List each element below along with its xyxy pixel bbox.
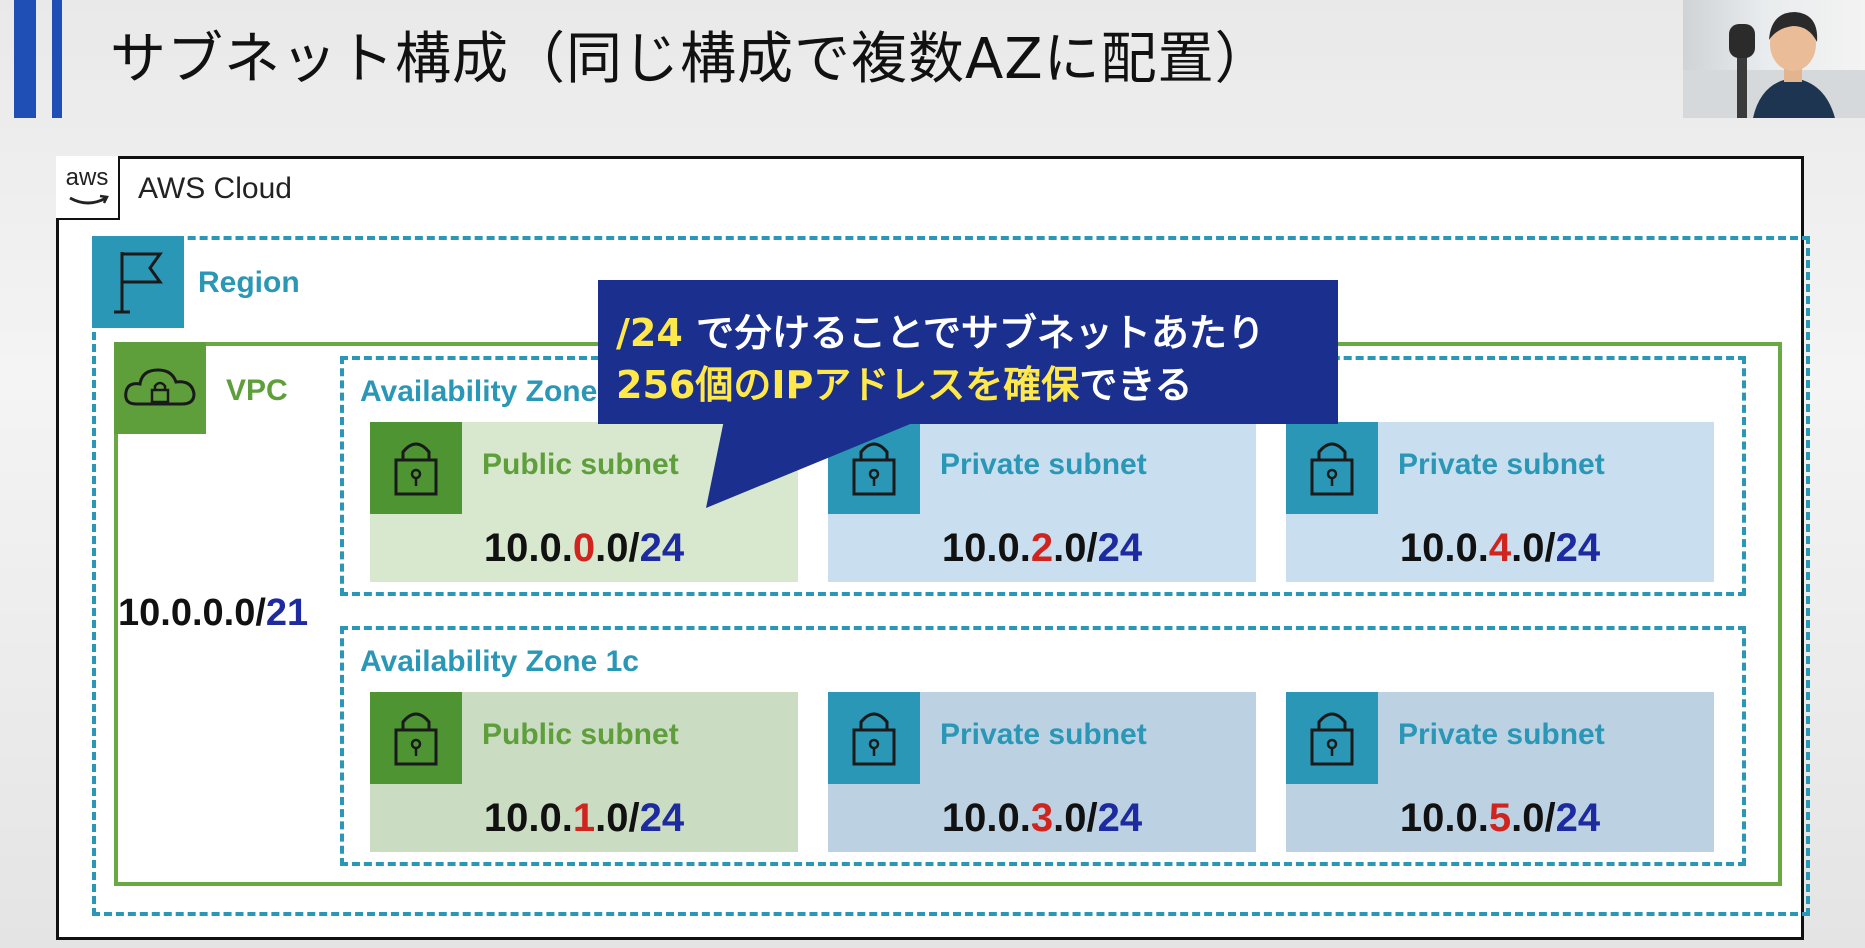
private-subnet: Private subnet 10.0.4.0/24: [1286, 422, 1714, 582]
public-subnet: Public subnet 10.0.0.0/24: [370, 422, 798, 582]
vpc-cidr-base: 10.0.0.0/: [118, 592, 266, 634]
private-subnet: Private subnet 10.0.3.0/24: [828, 692, 1256, 852]
cidr-octet: 2: [1030, 526, 1054, 570]
subnet-label: Private subnet: [1398, 448, 1605, 481]
cidr-base: 10.0.: [483, 526, 573, 570]
cidr-octet: 1: [572, 796, 596, 840]
availability-zone-label: Availability Zone: [360, 375, 598, 408]
subnet-cidr: 10.0.3.0/24: [828, 796, 1256, 841]
cidr-prefix: 24: [639, 526, 685, 570]
cidr-prefix: 24: [1555, 526, 1601, 570]
flag-icon: [92, 236, 184, 328]
subnet-label: Private subnet: [1398, 718, 1605, 751]
aws-cloud-label: AWS Cloud: [138, 172, 292, 205]
vpc-cidr: 10.0.0.0/21: [118, 592, 308, 635]
cidr-base: 10.0.: [1399, 796, 1489, 840]
cidr-prefix: 24: [1097, 796, 1143, 840]
cidr-octet: 5: [1488, 796, 1512, 840]
subnet-cidr: 10.0.2.0/24: [828, 526, 1256, 571]
cidr-base: 10.0.: [483, 796, 573, 840]
cidr-octet: 3: [1030, 796, 1054, 840]
cidr-octet: 4: [1488, 526, 1512, 570]
callout-text: で分けることでサブネットあたり: [682, 311, 1265, 355]
cidr-mid: .0/: [1053, 526, 1098, 570]
lock-icon: [370, 422, 462, 514]
subnet-label: Private subnet: [940, 718, 1147, 751]
callout-highlight: /24: [616, 311, 683, 355]
subnet-cidr: 10.0.1.0/24: [370, 796, 798, 841]
subnet-cidr: 10.0.4.0/24: [1286, 526, 1714, 571]
private-subnet: Private subnet 10.0.5.0/24: [1286, 692, 1714, 852]
region-label: Region: [198, 266, 300, 299]
cidr-mid: .0/: [595, 796, 640, 840]
subnet-label: Private subnet: [940, 448, 1147, 481]
subnet-label: Public subnet: [482, 718, 679, 751]
cidr-base: 10.0.: [941, 796, 1031, 840]
private-subnet: Private subnet 10.0.2.0/24: [828, 422, 1256, 582]
slide-title: サブネット構成（同じ構成で複数AZに配置）: [110, 27, 1272, 92]
callout-highlight: 256個のIPアドレスを確保: [616, 363, 1080, 407]
availability-zone-label: Availability Zone 1c: [360, 645, 639, 678]
cidr-mid: .0/: [1053, 796, 1098, 840]
cidr-mid: .0/: [1511, 796, 1556, 840]
vpc-label: VPC: [226, 374, 288, 407]
callout-box: /24 で分けることでサブネットあたり 256個のIPアドレスを確保できる: [598, 280, 1338, 424]
cidr-octet: 0: [572, 526, 596, 570]
lock-icon: [370, 692, 462, 784]
cidr-mid: .0/: [595, 526, 640, 570]
callout-line-2: 256個のIPアドレスを確保できる: [616, 354, 1193, 409]
cidr-base: 10.0.: [941, 526, 1031, 570]
title-accent-bar-2: [52, 0, 62, 118]
vpc-cloud-lock-icon: [114, 342, 206, 434]
subnet-cidr: 10.0.0.0/24: [370, 526, 798, 571]
lock-icon: [828, 692, 920, 784]
public-subnet: Public subnet 10.0.1.0/24: [370, 692, 798, 852]
aws-logo: aws: [56, 156, 120, 220]
vpc-cidr-prefix: 21: [265, 592, 309, 634]
lock-icon: [1286, 692, 1378, 784]
callout-line-1: /24 で分けることでサブネットあたり: [616, 302, 1265, 357]
callout-text: できる: [1079, 363, 1193, 407]
aws-smile-icon: [69, 194, 109, 205]
lock-icon: [1286, 422, 1378, 514]
title-accent-bar-1: [14, 0, 36, 118]
cidr-prefix: 24: [1555, 796, 1601, 840]
subnet-cidr: 10.0.5.0/24: [1286, 796, 1714, 841]
presenter-figure: [1683, 12, 1865, 118]
cidr-base: 10.0.: [1399, 526, 1489, 570]
subnet-label: Public subnet: [482, 448, 679, 481]
presenter-webcam-thumbnail: [1683, 0, 1865, 118]
lock-icon: [828, 422, 920, 514]
cidr-prefix: 24: [639, 796, 685, 840]
cidr-prefix: 24: [1097, 526, 1143, 570]
cidr-mid: .0/: [1511, 526, 1556, 570]
